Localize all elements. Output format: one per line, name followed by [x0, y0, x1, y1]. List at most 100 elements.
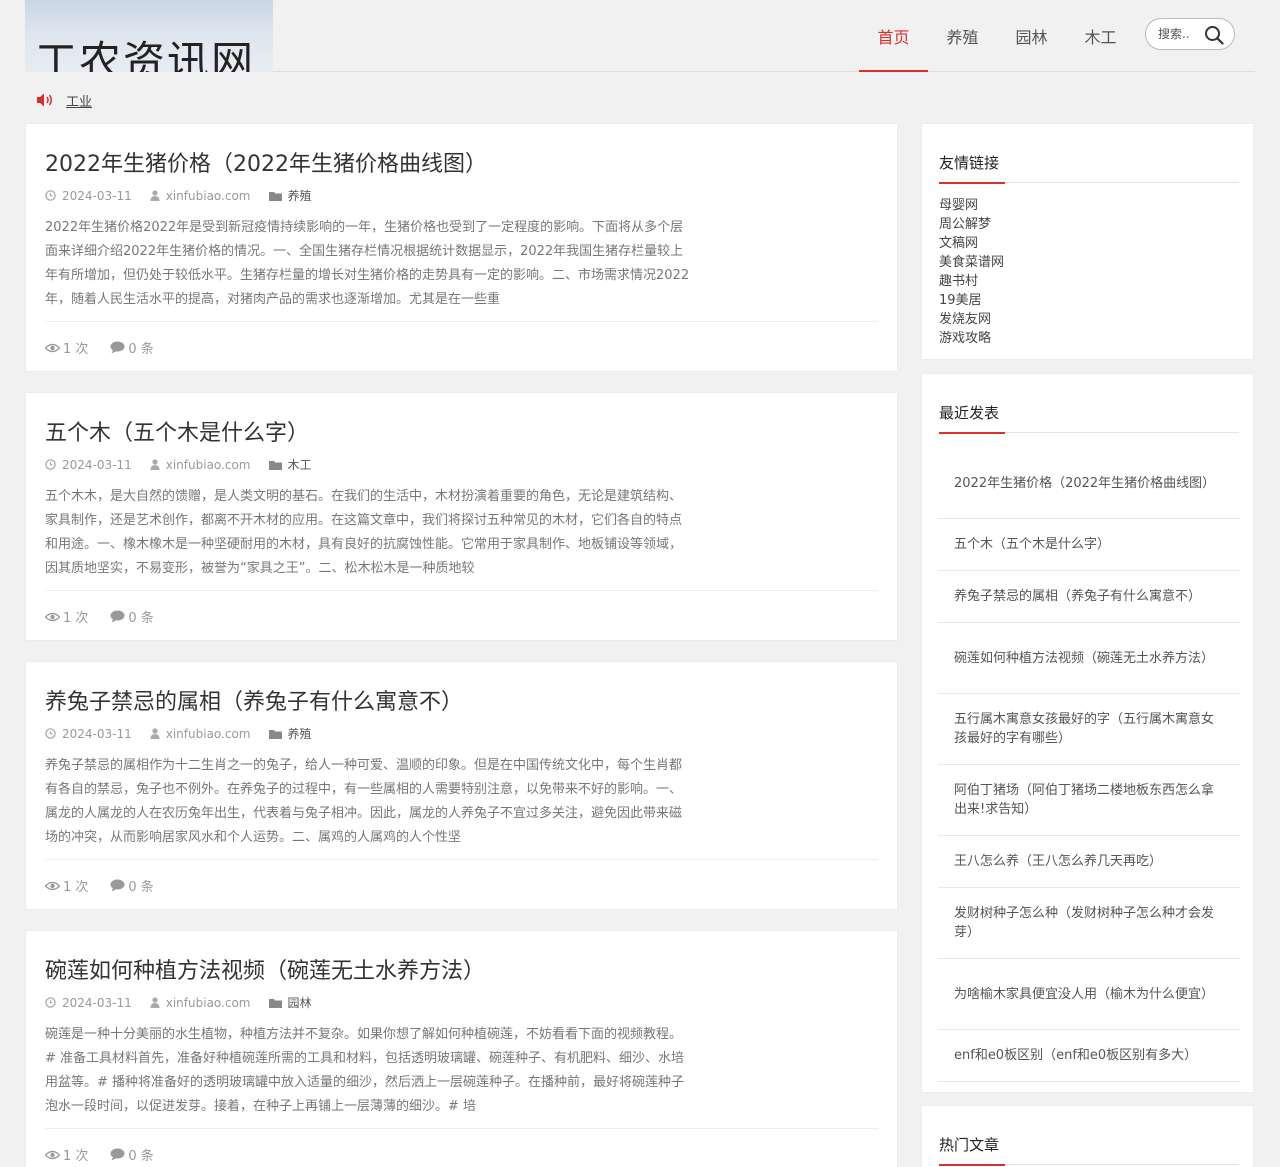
eye-icon: [45, 612, 60, 621]
recent-post-item[interactable]: 为啥榆木家具便宜没人用（榆木为什么便宜）: [938, 959, 1240, 1030]
friend-link[interactable]: 趣书村: [939, 272, 1004, 291]
view-count: 1 次: [63, 880, 89, 895]
post-meta: 2024-03-11 xinfubiao.com 园林: [45, 994, 330, 1011]
post-date: 2024-03-11: [62, 726, 132, 741]
clock-icon: [45, 459, 56, 470]
post-divider: [45, 321, 878, 322]
post-card: 碗莲如何种植方法视频（碗莲无土水养方法） 2024-03-11 xinfubia…: [25, 930, 898, 1167]
post-divider: [45, 1128, 878, 1129]
comment-count[interactable]: 0 条: [128, 338, 153, 357]
recent-post-item[interactable]: 发财树种子怎么种（发财树种子怎么种才会发芽）: [938, 888, 1240, 959]
recent-post-item[interactable]: 碗莲如何种植方法视频（碗莲无土水养方法）: [938, 623, 1240, 694]
widget-friend-links: 友情链接 母婴网 周公解梦 文稿网 美食菜谱网 趣书村 19美居 发烧友网 游戏攻略: [921, 123, 1254, 360]
folder-icon: [268, 998, 282, 1008]
widget-recent-posts: 最近发表 2022年生猪价格（2022年生猪价格曲线图） 五个木（五个木是什么字）…: [921, 373, 1254, 1093]
post-stats: 1 次 0 条: [45, 1145, 176, 1164]
view-count: 1 次: [63, 1149, 89, 1164]
nav-item-woodwork[interactable]: 木工: [1066, 0, 1135, 72]
site-logo[interactable]: 工农资讯网: [25, 0, 273, 72]
view-count: 1 次: [63, 611, 89, 626]
eye-icon: [45, 1150, 60, 1159]
user-icon: [150, 459, 160, 470]
post-author[interactable]: xinfubiao.com: [166, 727, 251, 741]
post-excerpt: 五个木木，是大自然的馈赠，是人类文明的基石。在我们的生活中，木材扮演着重要的角色…: [45, 489, 683, 576]
friend-link[interactable]: 周公解梦: [939, 215, 1004, 234]
friend-link[interactable]: 19美居: [939, 291, 1004, 310]
search-input[interactable]: [1158, 27, 1200, 41]
recent-post-item[interactable]: 2022年生猪价格（2022年生猪价格曲线图）: [938, 448, 1240, 519]
widget-hot-posts: 热门文章: [921, 1105, 1254, 1167]
folder-icon: [268, 191, 282, 201]
post-date: 2024-03-11: [62, 457, 132, 472]
friend-links-list: 母婴网 周公解梦 文稿网 美食菜谱网 趣书村 19美居 发烧友网 游戏攻略: [939, 196, 1004, 348]
recent-post-item[interactable]: 养兔子禁忌的属相（养兔子有什么寓意不）: [938, 571, 1240, 623]
widget-divider: [939, 182, 1239, 184]
notice-link[interactable]: 工业: [66, 91, 92, 110]
recent-post-item[interactable]: enf和e0板区别（enf和e0板区别有多大）: [938, 1030, 1240, 1082]
post-stats: 1 次 0 条: [45, 876, 176, 895]
post-category[interactable]: 养殖: [288, 725, 312, 742]
post-meta: 2024-03-11 xinfubiao.com 养殖: [45, 187, 330, 204]
post-author[interactable]: xinfubiao.com: [166, 458, 251, 472]
friend-link[interactable]: 游戏攻略: [939, 329, 1004, 348]
recent-post-item[interactable]: 王八怎么养（王八怎么养几天再吃）: [938, 836, 1240, 888]
post-meta: 2024-03-11 xinfubiao.com 木工: [45, 456, 330, 473]
site-header: 工农资讯网 首页 养殖 园林 木工: [25, 0, 1255, 72]
nav-item-home[interactable]: 首页: [859, 0, 928, 72]
notice-bar: 工业: [36, 90, 92, 110]
nav-item-garden[interactable]: 园林: [997, 0, 1066, 72]
clock-icon: [45, 728, 56, 739]
widget-title: 友情链接: [939, 154, 1000, 172]
recent-post-item[interactable]: 阿伯丁猪场（阿伯丁猪场二楼地板东西怎么拿出来!求告知）: [938, 765, 1240, 836]
search-box: [1145, 18, 1235, 50]
folder-icon: [268, 460, 282, 470]
post-date: 2024-03-11: [62, 188, 132, 203]
comment-count[interactable]: 0 条: [128, 607, 153, 626]
recent-post-item[interactable]: 五行属木寓意女孩最好的字（五行属木寓意女孩最好的字有哪些）: [938, 694, 1240, 765]
clock-icon: [45, 190, 56, 201]
comment-icon: [110, 610, 125, 623]
post-divider: [45, 859, 878, 860]
widget-divider: [939, 1164, 1239, 1166]
friend-link[interactable]: 美食菜谱网: [939, 253, 1004, 272]
widget-title: 最近发表: [939, 404, 1000, 422]
comment-icon: [110, 1148, 125, 1161]
logo-text: 工农资讯网: [35, 37, 256, 72]
widget-divider: [939, 432, 1239, 434]
post-title[interactable]: 五个木（五个木是什么字）: [45, 415, 309, 447]
post-card: 养兔子禁忌的属相（养兔子有什么寓意不） 2024-03-11 xinfubiao…: [25, 661, 898, 910]
post-category[interactable]: 园林: [288, 994, 312, 1011]
comment-count[interactable]: 0 条: [128, 1145, 153, 1164]
post-meta: 2024-03-11 xinfubiao.com 养殖: [45, 725, 330, 742]
eye-icon: [45, 881, 60, 890]
post-author[interactable]: xinfubiao.com: [166, 996, 251, 1010]
folder-icon: [268, 729, 282, 739]
post-excerpt: 2022年生猪价格2022年是受到新冠疫情持续影响的一年，生猪价格也受到了一定程…: [45, 220, 690, 307]
post-divider: [45, 590, 878, 591]
post-author[interactable]: xinfubiao.com: [166, 189, 251, 203]
post-title[interactable]: 碗莲如何种植方法视频（碗莲无土水养方法）: [45, 953, 485, 985]
comment-count[interactable]: 0 条: [128, 876, 153, 895]
recent-posts-list: 2022年生猪价格（2022年生猪价格曲线图） 五个木（五个木是什么字） 养兔子禁忌…: [938, 448, 1240, 1082]
speaker-icon: [37, 93, 52, 107]
friend-link[interactable]: 文稿网: [939, 234, 1004, 253]
post-excerpt: 碗莲是一种十分美丽的水生植物，种植方法并不复杂。如果你想了解如何种植碗莲，不妨看…: [45, 1027, 685, 1114]
recent-post-item[interactable]: 五个木（五个木是什么字）: [938, 519, 1240, 571]
friend-link[interactable]: 母婴网: [939, 196, 1004, 215]
user-icon: [150, 728, 160, 739]
post-excerpt: 养兔子禁忌的属相作为十二生肖之一的兔子，给人一种可爱、温顺的印象。但是在中国传统…: [45, 758, 683, 845]
post-date: 2024-03-11: [62, 995, 132, 1010]
main-nav: 首页 养殖 园林 木工: [859, 0, 1135, 72]
post-stats: 1 次 0 条: [45, 338, 176, 357]
friend-link[interactable]: 发烧友网: [939, 310, 1004, 329]
post-card: 2022年生猪价格（2022年生猪价格曲线图） 2024-03-11 xinfu…: [25, 123, 898, 372]
post-category[interactable]: 养殖: [288, 187, 312, 204]
post-title[interactable]: 养兔子禁忌的属相（养兔子有什么寓意不）: [45, 684, 463, 716]
user-icon: [150, 190, 160, 201]
user-icon: [150, 997, 160, 1008]
post-title[interactable]: 2022年生猪价格（2022年生猪价格曲线图）: [45, 146, 487, 178]
nav-item-breeding[interactable]: 养殖: [928, 0, 997, 72]
post-stats: 1 次 0 条: [45, 607, 176, 626]
search-icon[interactable]: [1204, 25, 1224, 45]
post-category[interactable]: 木工: [288, 456, 312, 473]
